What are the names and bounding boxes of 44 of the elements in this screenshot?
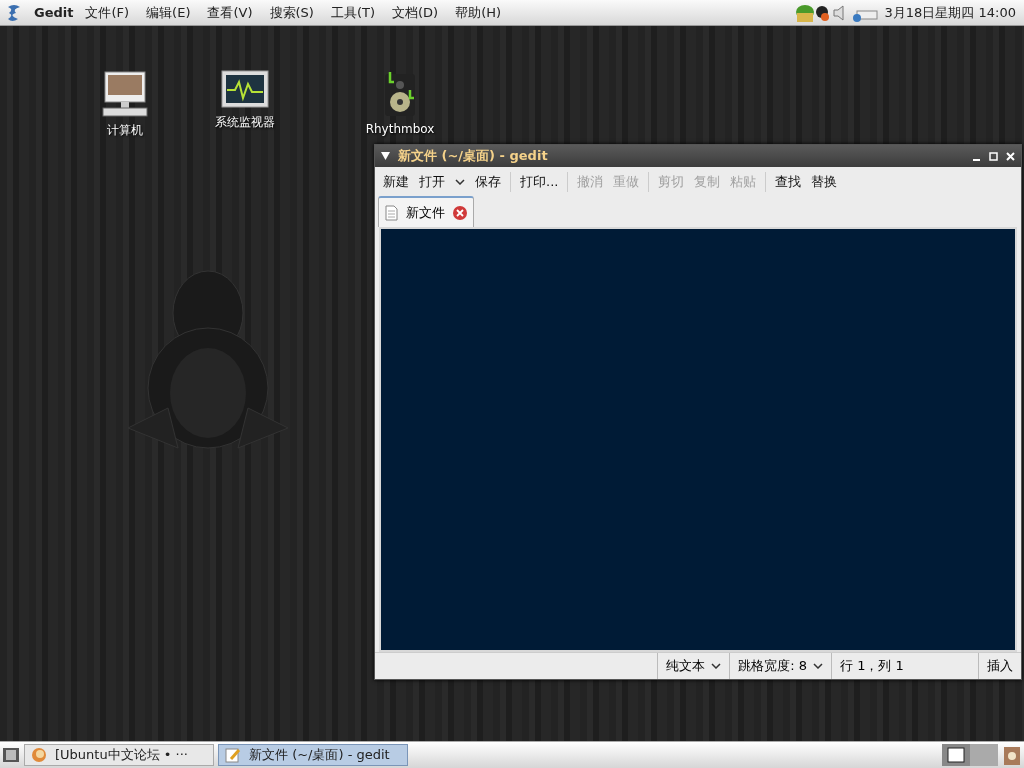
toolbar-button[interactable]: 新建 — [378, 169, 414, 195]
menu-item[interactable]: 文档(D) — [392, 3, 439, 22]
toolbar-button[interactable]: 打印... — [515, 169, 564, 195]
toolbar-button[interactable]: 替换 — [806, 169, 843, 195]
trash-icon[interactable] — [1002, 744, 1022, 766]
maximize-icon[interactable] — [989, 151, 998, 161]
show-desktop-icon[interactable] — [2, 747, 20, 763]
caret-icon — [455, 179, 465, 185]
desktop-icon-label[interactable]: Rhythmbox — [365, 122, 435, 136]
cursor-position: 行 1，列 1 — [840, 657, 904, 675]
app-name: Gedit — [34, 5, 74, 20]
close-icon[interactable] — [1006, 151, 1015, 161]
language-selector[interactable]: 纯文本 — [657, 653, 730, 679]
insert-mode: 插入 — [987, 657, 1013, 675]
computer-icon — [101, 70, 149, 118]
caret-icon — [813, 663, 823, 669]
menu-item[interactable]: 搜索(S) — [269, 3, 314, 22]
tab-label: 新文件 — [406, 203, 445, 222]
system-monitor-icon — [221, 70, 269, 110]
caret-icon — [711, 663, 722, 669]
toolbar-button[interactable]: 查找 — [770, 169, 807, 195]
taskbar-button[interactable]: 新文件 (~/桌面) - gedit — [218, 744, 408, 766]
desktop-icon-label[interactable]: 计算机 — [107, 122, 143, 139]
window-menu-icon[interactable] — [381, 152, 390, 160]
taskbar-button[interactable]: [Ubuntu中文论坛 • ··· — [24, 744, 214, 766]
workspace-switcher-icon[interactable] — [942, 744, 998, 766]
menu-item[interactable]: 工具(T) — [330, 3, 375, 22]
tab-width-selector[interactable]: 跳格宽度: 8 — [729, 653, 831, 679]
menu-item[interactable]: 文件(F) — [85, 3, 130, 22]
clock[interactable]: 3月18日星期四 14:00 — [884, 3, 1016, 22]
window-title: 新文件 (~/桌面) - gedit — [398, 147, 549, 165]
document-icon — [385, 204, 398, 221]
taskbar-label: 新文件 (~/桌面) - gedit — [249, 746, 390, 764]
pencil-icon — [225, 747, 241, 763]
taskbar-label: [Ubuntu中文论坛 • ··· — [55, 746, 188, 764]
desktop-icon-label[interactable]: 系统监视器 — [215, 114, 275, 131]
menu-item[interactable]: 帮助(H) — [455, 3, 502, 22]
document-tab[interactable]: 新文件 — [378, 196, 474, 227]
tab-close-icon[interactable] — [453, 205, 467, 220]
menu-item[interactable]: 查看(V) — [207, 3, 253, 22]
menu-item[interactable]: 编辑(E) — [146, 3, 191, 22]
toolbar-button[interactable]: 保存 — [470, 169, 506, 195]
browser-icon — [31, 747, 47, 763]
toolbar-menu-button[interactable]: 打开 — [414, 169, 470, 195]
